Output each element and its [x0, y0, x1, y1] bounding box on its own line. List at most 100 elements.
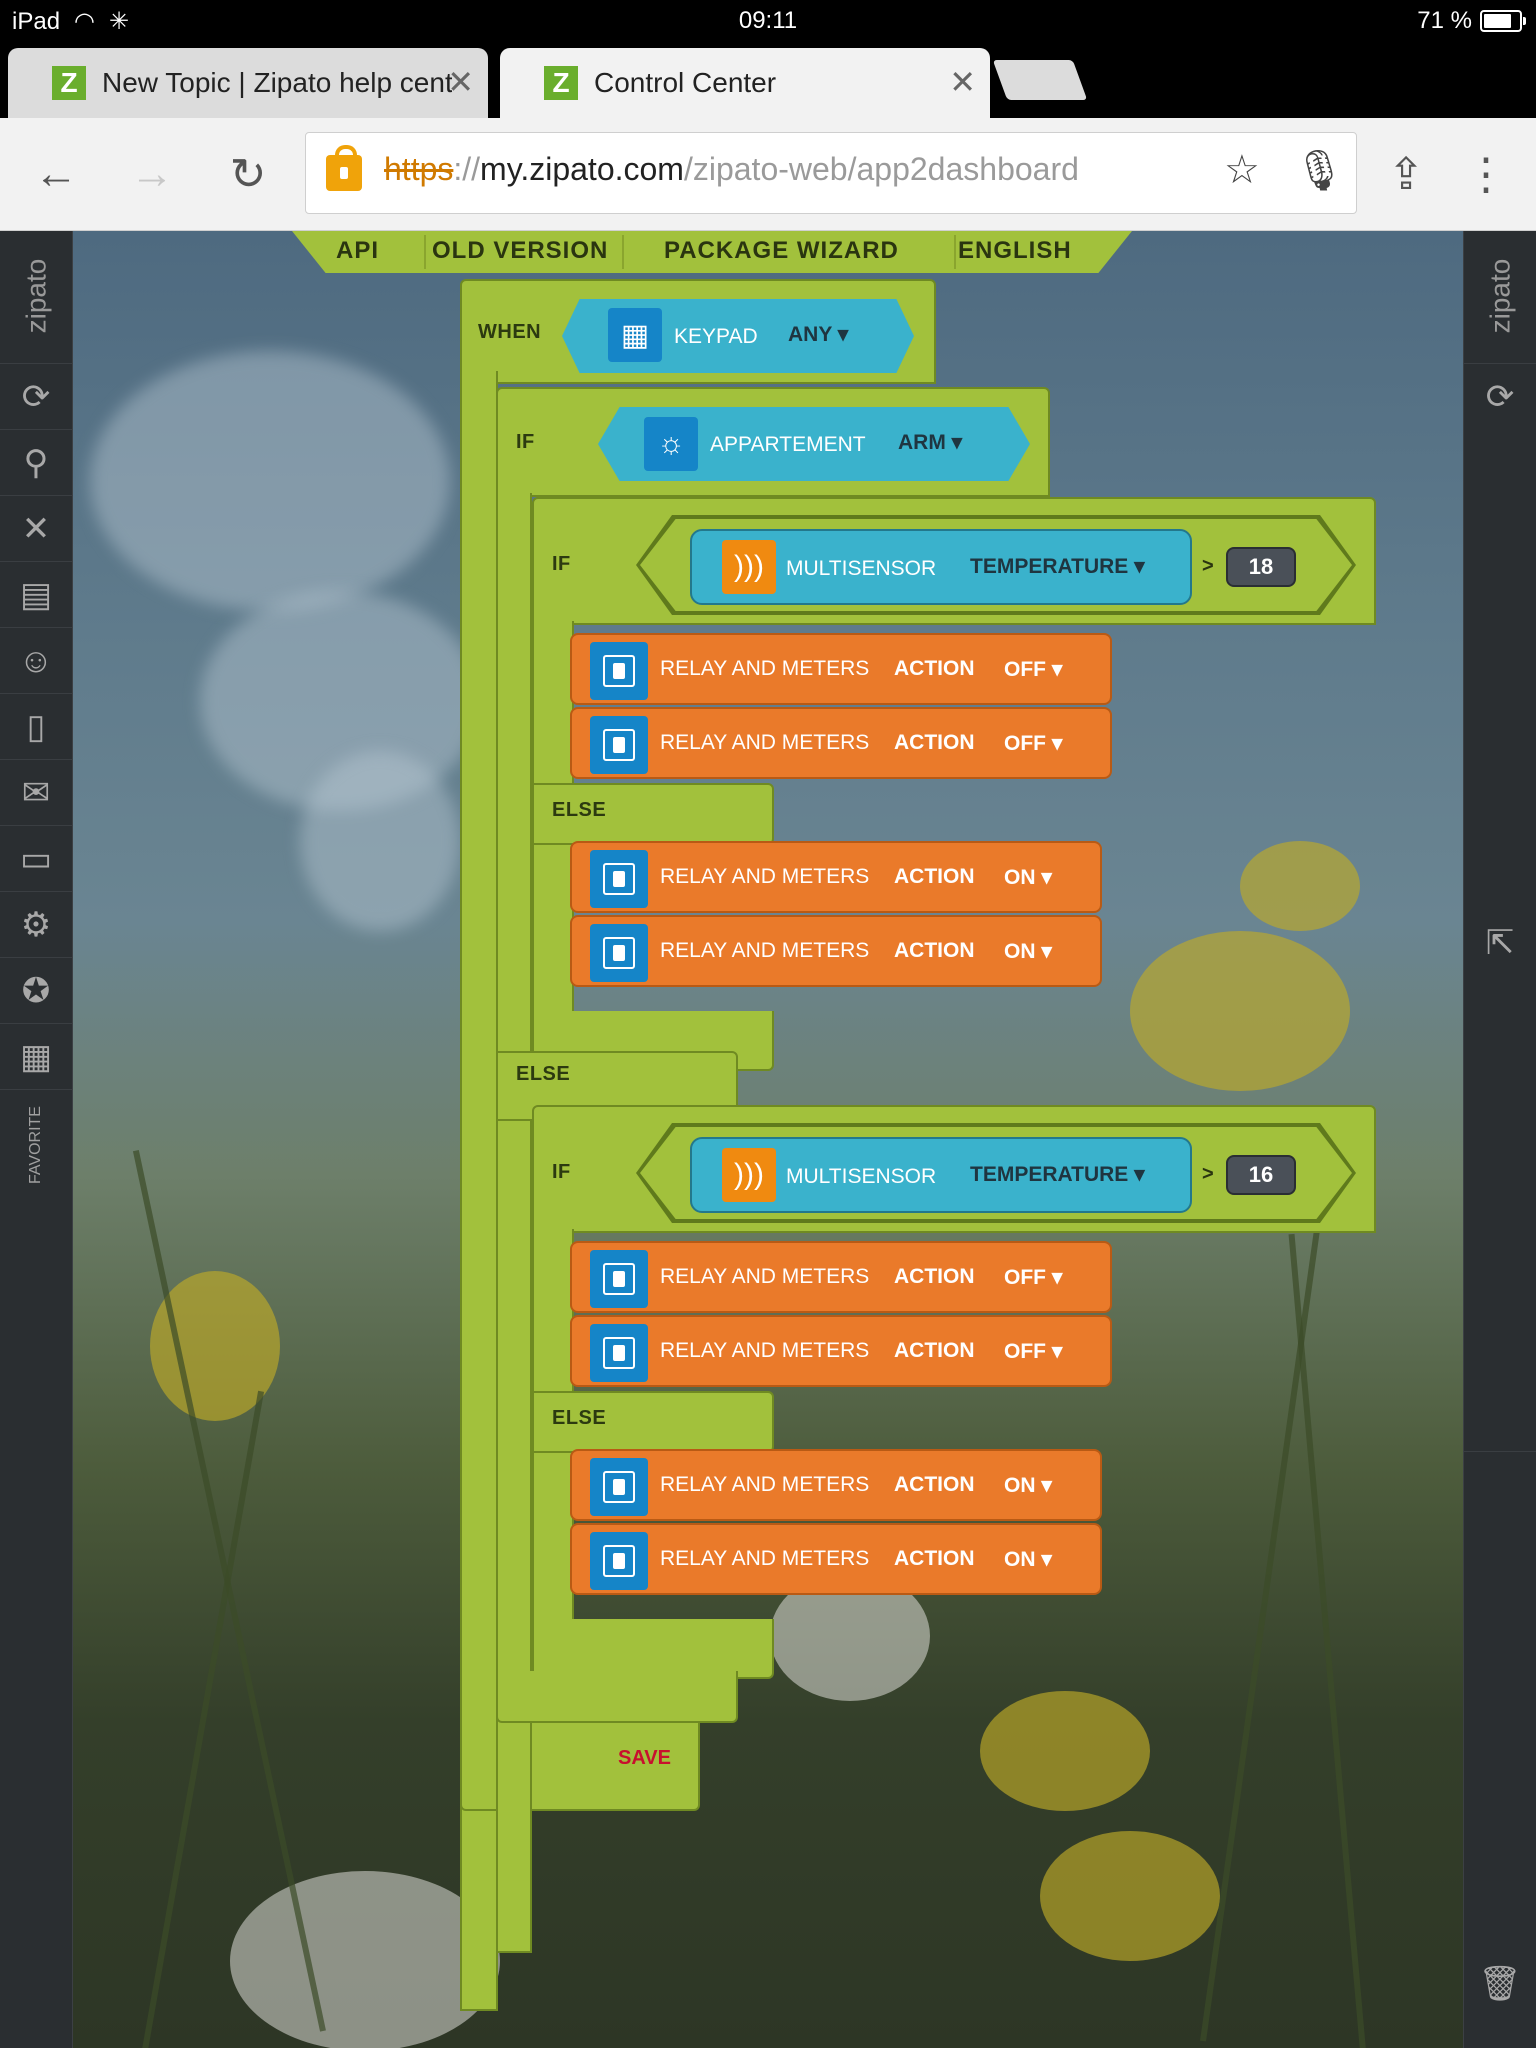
messages-icon[interactable]: ✉ [0, 759, 72, 826]
contacts-icon[interactable]: ▯ [0, 693, 72, 760]
relay-icon [590, 1250, 648, 1308]
relay-icon [590, 716, 648, 774]
bookmark-star-icon[interactable]: ☆ [1224, 147, 1260, 193]
relay-action-block[interactable]: RELAY AND METERS ACTION ON ▾ [570, 1449, 1102, 1521]
keypad-icon: ▦ [608, 308, 662, 362]
relay-icon [590, 1458, 648, 1516]
relay-icon [590, 642, 648, 700]
menu-package-wizard[interactable]: PACKAGE WIZARD [664, 237, 899, 265]
else-keyword: ELSE [516, 1063, 571, 1085]
multisensor-icon: ))) [722, 1148, 776, 1202]
background-flower [1240, 841, 1360, 931]
relay-action-label: ACTION [894, 1265, 975, 1288]
relay-action-block[interactable]: RELAY AND METERS ACTION OFF ▾ [570, 1241, 1112, 1313]
url-text: https://my.zipato.com/zipato-web/app2das… [384, 151, 1079, 187]
relay-device-label: RELAY AND METERS [660, 939, 870, 962]
alarm-siren-icon: ☼ [644, 417, 698, 471]
relay-state-dropdown[interactable]: ON ▾ [1004, 1473, 1052, 1498]
tab-strip: Z New Topic | Zipato help cent ✕ Z Contr… [0, 44, 1536, 118]
relay-icon [590, 850, 648, 908]
dashboard-canvas: zipato ⟳ ⚲ ✕ ▤ ☺ ▯ ✉ ▭ ⚙ ✪ ▦ FAVORITE zi… [0, 231, 1536, 2048]
relay-state-dropdown[interactable]: OFF ▾ [1004, 657, 1062, 682]
relay-state-dropdown[interactable]: OFF ▾ [1004, 731, 1062, 756]
background-flower [1130, 931, 1350, 1091]
if-block-spine [496, 493, 532, 1953]
sync-icon[interactable]: ⟳ [0, 363, 72, 430]
close-tab-icon[interactable]: ✕ [447, 66, 474, 98]
calendar-icon[interactable]: ▦ [0, 1023, 72, 1090]
relay-state-dropdown[interactable]: ON ▾ [1004, 939, 1052, 964]
if-keyword: IF [552, 1161, 571, 1183]
sensor-attribute-dropdown[interactable]: TEMPERATURE ▾ [970, 554, 1145, 579]
sidebar-divider [1464, 1451, 1536, 1453]
relay-icon [590, 924, 648, 982]
save-button[interactable]: SAVE [618, 1747, 671, 1770]
relay-state-dropdown[interactable]: OFF ▾ [1004, 1265, 1062, 1290]
sync-icon[interactable]: ⟳ [1464, 363, 1536, 430]
condition-option-dropdown[interactable]: ARM ▾ [898, 430, 962, 455]
background-flower [1040, 1831, 1220, 1961]
relay-action-block[interactable]: RELAY AND METERS ACTION ON ▾ [570, 1523, 1102, 1595]
relay-device-label: RELAY AND METERS [660, 1339, 870, 1362]
zipato-favicon-icon: Z [544, 66, 578, 100]
battery-icon [1480, 10, 1526, 32]
if-keyword: IF [516, 431, 535, 453]
relay-device-label: RELAY AND METERS [660, 1473, 870, 1496]
relay-device-label: RELAY AND METERS [660, 657, 870, 680]
relay-state-dropdown[interactable]: OFF ▾ [1004, 1339, 1062, 1364]
favorite-tab[interactable]: FAVORITE [0, 1089, 72, 1200]
new-tab-button[interactable] [992, 60, 1088, 100]
menu-english[interactable]: ENGLISH [958, 237, 1072, 265]
trash-icon[interactable]: 🗑 [1464, 1951, 1536, 2017]
zipato-logo: zipato [20, 258, 51, 334]
users-icon[interactable]: ☺ [0, 627, 72, 694]
background-flower [980, 1691, 1150, 1811]
relay-state-dropdown[interactable]: ON ▾ [1004, 1547, 1052, 1572]
tab-control-center[interactable]: Z Control Center ✕ [500, 48, 990, 118]
threshold-input[interactable]: 16 [1226, 1155, 1296, 1195]
relay-action-block[interactable]: RELAY AND METERS ACTION ON ▾ [570, 841, 1102, 913]
right-sidebar: zipato ⟳ ⇱ 🗑 [1463, 231, 1536, 2048]
relay-device-label: RELAY AND METERS [660, 1265, 870, 1288]
zipato-favicon-icon: Z [52, 66, 86, 100]
badge-icon[interactable]: ✪ [0, 957, 72, 1024]
relay-action-block[interactable]: RELAY AND METERS ACTION OFF ▾ [570, 707, 1112, 779]
browser-toolbar: ← → ↻ https://my.zipato.com/zipato-web/a… [0, 118, 1536, 231]
relay-action-block[interactable]: RELAY AND METERS ACTION ON ▾ [570, 915, 1102, 987]
microphone-icon[interactable]: 🎙 [1294, 147, 1345, 194]
if-keyword: IF [552, 553, 571, 575]
menu-dots-icon[interactable]: ⋮ [1460, 148, 1512, 200]
address-bar[interactable]: https://my.zipato.com/zipato-web/app2das… [305, 132, 1357, 214]
relay-action-block[interactable]: RELAY AND METERS ACTION OFF ▾ [570, 633, 1112, 705]
scenes-icon[interactable]: ▤ [0, 561, 72, 628]
devices-icon[interactable]: ▭ [0, 825, 72, 892]
if-temperature-16-footer [532, 1619, 774, 1679]
close-tab-icon[interactable]: ✕ [949, 66, 976, 98]
relay-action-label: ACTION [894, 1339, 975, 1362]
multisensor-icon: ))) [722, 540, 776, 594]
forward-arrow-icon[interactable]: → [126, 148, 178, 200]
relay-action-label: ACTION [894, 865, 975, 888]
search-icon[interactable]: ⚲ [0, 429, 72, 496]
sensor-attribute-dropdown[interactable]: TEMPERATURE ▾ [970, 1162, 1145, 1187]
tab-zipato-help[interactable]: Z New Topic | Zipato help cent ✕ [8, 48, 488, 118]
relay-state-dropdown[interactable]: ON ▾ [1004, 865, 1052, 890]
trigger-option-dropdown[interactable]: ANY ▾ [788, 322, 848, 347]
threshold-input[interactable]: 18 [1226, 547, 1296, 587]
menu-separator [424, 235, 426, 269]
back-arrow-icon[interactable]: ← [30, 148, 82, 200]
relay-action-label: ACTION [894, 1473, 975, 1496]
relay-action-label: ACTION [894, 657, 975, 680]
menu-api[interactable]: API [336, 237, 379, 265]
external-link-icon[interactable]: ⇱ [1464, 910, 1536, 976]
share-icon[interactable]: ⇪ [1380, 148, 1432, 200]
relay-icon [590, 1324, 648, 1382]
tools-icon[interactable]: ✕ [0, 495, 72, 562]
gear-icon[interactable]: ⚙ [0, 891, 72, 958]
menu-old-version[interactable]: OLD VERSION [432, 237, 608, 265]
background-cloud [300, 751, 460, 931]
greater-than-operator: > [1202, 555, 1214, 577]
trigger-device-label: KEYPAD [674, 325, 758, 348]
relay-action-block[interactable]: RELAY AND METERS ACTION OFF ▾ [570, 1315, 1112, 1387]
reload-icon[interactable]: ↻ [222, 148, 274, 200]
